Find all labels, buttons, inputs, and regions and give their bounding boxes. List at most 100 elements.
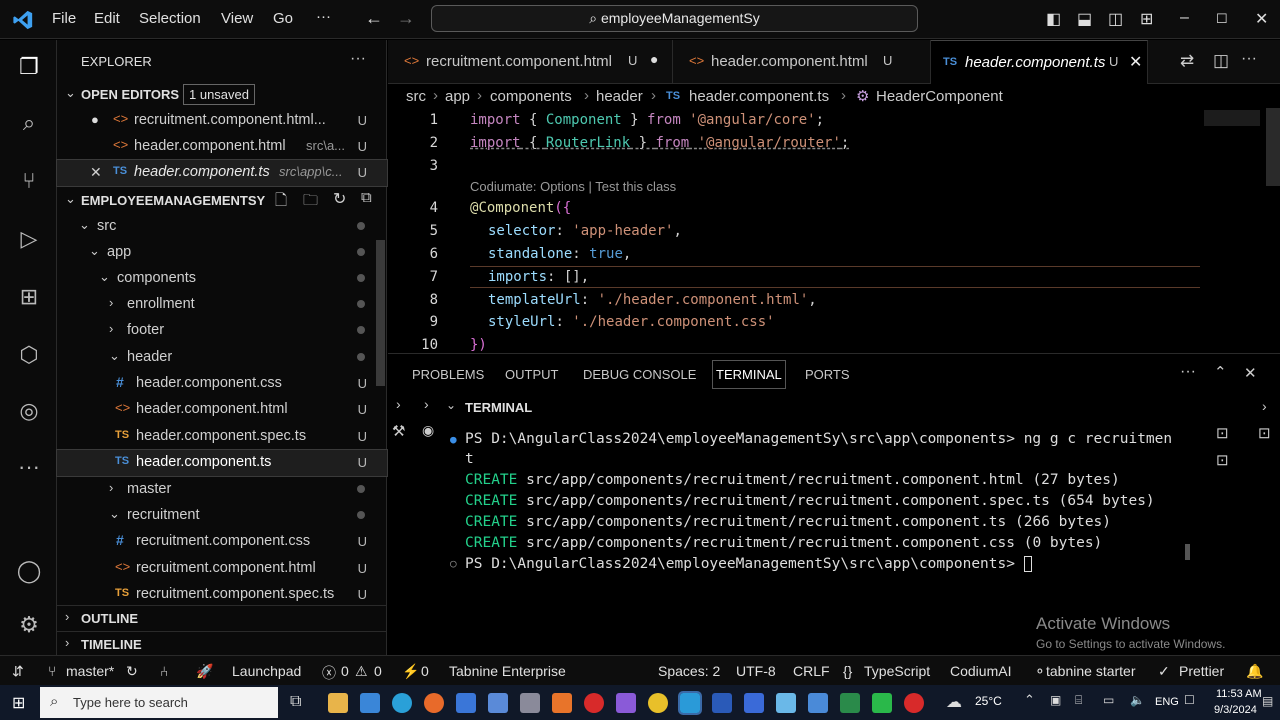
terminal-shell-icon[interactable]: ⊡	[1216, 424, 1229, 442]
breadcrumb-item[interactable]: HeaderComponent	[876, 88, 1003, 105]
back-arrow-icon[interactable]: ←	[365, 8, 383, 29]
chrome-icon[interactable]	[648, 693, 668, 713]
tree-folder[interactable]: › footer	[57, 318, 387, 344]
tree-folder[interactable]: › master	[57, 477, 387, 503]
app-icon[interactable]	[872, 693, 892, 713]
tray-icon[interactable]: ▣	[1050, 693, 1061, 707]
clock-date[interactable]: 9/3/2024	[1214, 704, 1257, 716]
split-editor-icon[interactable]: ◫	[1213, 51, 1229, 71]
new-folder-icon[interactable]: 🗀	[303, 190, 318, 215]
chat-icon[interactable]: ☐	[1184, 693, 1195, 707]
sublime-icon[interactable]	[552, 693, 572, 713]
app-icon[interactable]	[776, 693, 796, 713]
vscode-taskbar-icon[interactable]	[678, 691, 702, 715]
project-header[interactable]: ⌄ EMPLOYEEMANAGEMENTSY 🗋 🗀 ↻ ⧉	[57, 188, 387, 214]
breadcrumb-item[interactable]: components	[490, 88, 572, 105]
line-ending[interactable]: CRLF	[793, 663, 830, 679]
forward-arrow-icon[interactable]: →	[397, 8, 415, 29]
tree-folder[interactable]: ⌄ recruitment	[57, 503, 387, 529]
minimize-icon[interactable]: –	[1180, 9, 1189, 27]
menu-go[interactable]: Go	[273, 10, 293, 27]
sync-icon[interactable]: ↻	[126, 663, 138, 680]
tab-terminal[interactable]: TERMINAL	[712, 360, 786, 389]
app-icon[interactable]	[520, 693, 540, 713]
indentation[interactable]: Spaces: 2	[658, 663, 720, 679]
weather-icon[interactable]: ☁	[946, 692, 962, 712]
panel-more-icon[interactable]: ···	[1180, 363, 1196, 381]
open-editors-header[interactable]: ⌄ OPEN EDITORS 1 unsaved	[57, 82, 387, 108]
refresh-icon[interactable]: ↻	[333, 189, 346, 209]
chevron-right-icon[interactable]: ›	[1262, 398, 1267, 414]
code-editor[interactable]: 1 2 3 4 5 6 7 8 9 10 import { Component …	[388, 108, 1280, 353]
account-icon[interactable]: ◯	[14, 558, 44, 588]
battery-icon[interactable]: ▭	[1103, 693, 1114, 707]
more-views-icon[interactable]: ···	[14, 454, 44, 484]
tree-folder[interactable]: ⌄ src	[57, 214, 387, 240]
tabnine-starter[interactable]: tabnine starter	[1046, 663, 1136, 679]
extensions-icon[interactable]: ⊞	[14, 284, 44, 314]
tab-header-html[interactable]: <> header.component.html U	[673, 40, 931, 84]
breadcrumb-item[interactable]: app	[445, 88, 470, 105]
tab-recruitment-html[interactable]: <> recruitment.component.html U ●	[388, 40, 673, 84]
new-file-icon[interactable]: 🗋	[275, 190, 287, 215]
tree-file[interactable]: TS header.component.spec.ts U	[57, 424, 387, 450]
terminal-shell-icon[interactable]: ⊡	[1258, 424, 1271, 442]
task-view-icon[interactable]: ⧉	[290, 693, 301, 711]
open-editor-item[interactable]: <> header.component.html src\a... U	[57, 134, 387, 160]
language-indicator[interactable]: ENG	[1155, 696, 1179, 708]
toggle-secondary-sidebar-icon[interactable]: ◫	[1108, 9, 1123, 29]
chevron-up-icon[interactable]: ⌃	[1024, 692, 1035, 708]
app-icon[interactable]	[808, 693, 828, 713]
git-graph-icon[interactable]: ◎	[14, 398, 44, 428]
prettier-status[interactable]: Prettier	[1179, 663, 1224, 679]
mail-icon[interactable]	[360, 693, 380, 713]
branch-name[interactable]: master*	[66, 663, 114, 679]
tree-folder[interactable]: › enrollment	[57, 292, 387, 318]
close-window-icon[interactable]: ✕	[1255, 9, 1268, 29]
store-icon[interactable]	[456, 693, 476, 713]
tabnine-enterprise[interactable]: Tabnine Enterprise	[449, 663, 566, 679]
app-icon[interactable]	[744, 693, 764, 713]
tab-debug-console[interactable]: DEBUG CONSOLE	[583, 367, 696, 382]
firefox-icon[interactable]	[424, 693, 444, 713]
maximize-panel-icon[interactable]: ⌃	[1214, 363, 1227, 381]
editor-scrollbar[interactable]	[1266, 108, 1280, 186]
app-icon[interactable]	[904, 693, 924, 713]
tree-file[interactable]: <> recruitment.component.html U	[57, 556, 387, 582]
chevron-right-icon[interactable]: ›	[424, 396, 429, 412]
editor-more-icon[interactable]: ···	[1241, 50, 1257, 68]
notifications-icon[interactable]: 🔔	[1246, 663, 1263, 680]
run-debug-icon[interactable]: ▷	[14, 226, 44, 256]
sidebar-scrollbar[interactable]	[376, 240, 385, 386]
codelens[interactable]: Codiumate: Options | Test this class	[470, 179, 676, 194]
tab-output[interactable]: OUTPUT	[505, 367, 558, 382]
notification-center-icon[interactable]: ▤	[1262, 694, 1273, 708]
network-icon[interactable]: ⌸	[1075, 693, 1082, 708]
outline-section[interactable]: › OUTLINE	[57, 605, 387, 631]
tree-file[interactable]: # header.component.css U	[57, 371, 387, 397]
tree-folder[interactable]: ⌄ app	[57, 240, 387, 266]
terminal-shell-icon[interactable]: ⊡	[1216, 451, 1229, 469]
breadcrumb-item[interactable]: header.component.ts	[689, 88, 829, 105]
tree-file[interactable]: # recruitment.component.css U	[57, 529, 387, 555]
menu-file[interactable]: File	[52, 10, 76, 27]
more-actions-icon[interactable]: ···	[350, 50, 366, 68]
codiumate-icon[interactable]: ⬡	[14, 342, 44, 372]
customize-layout-icon[interactable]: ⊞	[1140, 9, 1153, 29]
unsaved-dot-icon[interactable]: ●	[650, 51, 658, 67]
error-count[interactable]: 0	[341, 663, 349, 679]
tab-header-ts-active[interactable]: TS header.component.ts U ✕	[931, 40, 1148, 84]
volume-icon[interactable]: 🔈	[1130, 693, 1145, 707]
tree-file-selected[interactable]: TS header.component.ts U	[56, 449, 388, 477]
close-panel-icon[interactable]: ✕	[1244, 364, 1257, 382]
source-control-icon[interactable]: ⑂	[14, 168, 44, 198]
toggle-sidebar-icon[interactable]: ◧	[1046, 9, 1061, 29]
tree-folder[interactable]: ⌄ header	[57, 345, 387, 371]
git-graph-icon[interactable]: ⑃	[160, 663, 168, 679]
file-explorer-icon[interactable]	[328, 693, 348, 713]
launchpad-label[interactable]: Launchpad	[232, 663, 301, 679]
opera-icon[interactable]	[584, 693, 604, 713]
ports-count[interactable]: 0	[421, 663, 429, 679]
tree-folder[interactable]: ⌄ components	[57, 266, 387, 292]
taskbar-search[interactable]: ⌕ Type here to search	[40, 687, 278, 718]
